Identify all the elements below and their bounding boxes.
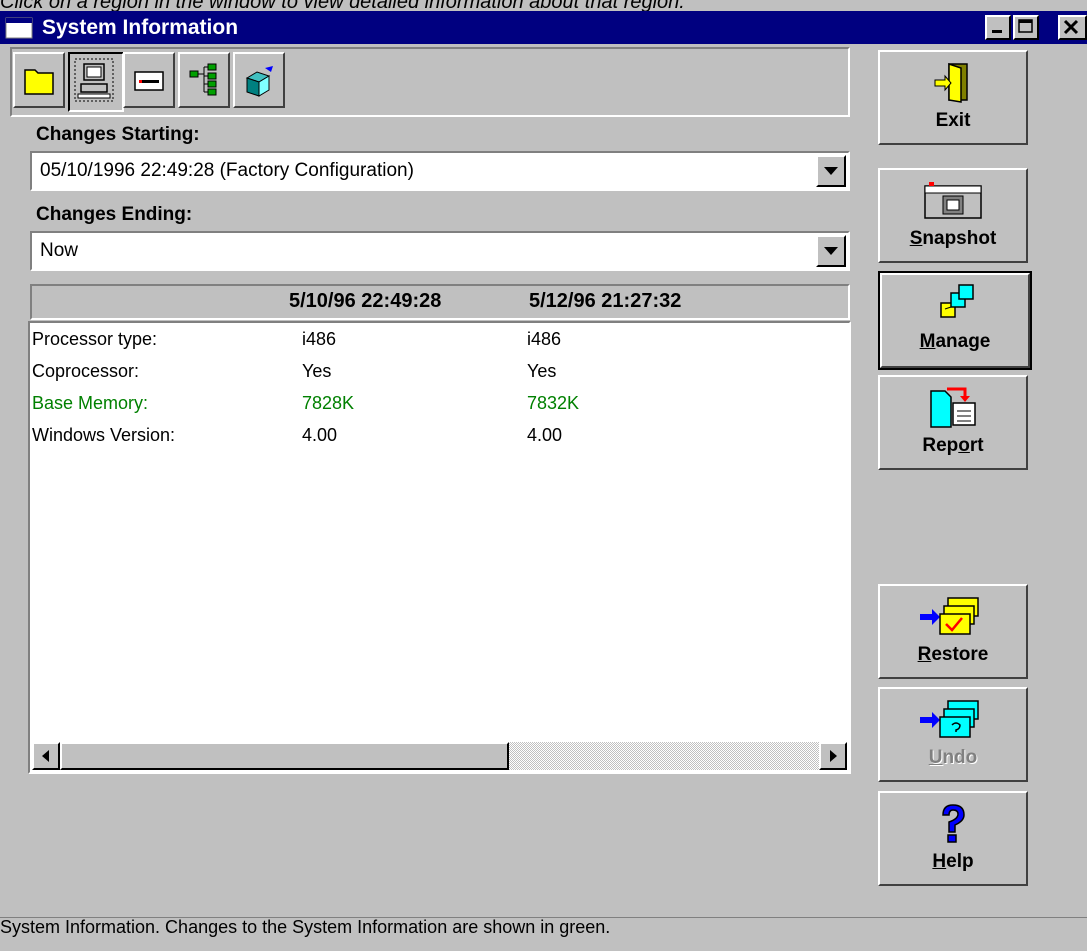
row-label: Base Memory: — [32, 393, 149, 413]
row-label: Windows Version: — [32, 425, 176, 445]
exit-door-icon — [934, 62, 968, 103]
help-button[interactable]: Help — [878, 791, 1028, 886]
hardware-card-icon — [134, 71, 164, 91]
snapshot-label: napshot — [922, 228, 997, 249]
minimize-icon — [992, 30, 1002, 33]
maximize-icon — [1018, 19, 1033, 33]
changes-starting-dropdown[interactable]: 05/10/1996 22:49:28 (Factory Configurati… — [30, 151, 850, 191]
horizontal-scrollbar[interactable] — [32, 742, 847, 770]
manage-label: anage — [935, 331, 991, 352]
changes-starting-value: 05/10/1996 22:49:28 (Factory Configurati… — [40, 160, 414, 181]
row-label: Coprocessor: — [32, 361, 140, 381]
exit-label: Exit — [935, 110, 971, 131]
undo-mnemonic: U — [928, 747, 943, 768]
list-item[interactable]: Base Memory: 7828K 7832K — [30, 387, 849, 417]
row-first-value: Yes — [302, 361, 332, 381]
restore-mnemonic: R — [917, 644, 932, 665]
comparison-list[interactable]: Processor type: i486 i486 Coprocessor: Y… — [28, 321, 851, 774]
toolbar-hardware-button[interactable] — [123, 52, 175, 108]
snapshot-button[interactable]: Snapshot — [878, 168, 1028, 263]
scroll-left-button[interactable] — [32, 742, 60, 770]
row-first-value: i486 — [302, 329, 337, 349]
toolbar-folder-button[interactable] — [13, 52, 65, 108]
row-second-value: Yes — [527, 361, 557, 381]
row-second-value: 7832K — [527, 393, 580, 413]
undo-label: ndo — [942, 747, 978, 768]
changes-ending-label: Changes Ending: — [36, 204, 193, 225]
minimize-button[interactable] — [985, 15, 1011, 40]
maximize-button[interactable] — [1013, 15, 1039, 40]
folder-icon — [24, 69, 54, 95]
toolbar-3d-button[interactable] — [233, 52, 285, 108]
close-icon — [1063, 19, 1079, 35]
column-header: 5/10/96 22:49:28 5/12/96 21:27:32 — [30, 284, 850, 320]
window-icon[interactable] — [5, 17, 33, 39]
close-button[interactable] — [1058, 15, 1087, 40]
changes-starting-dropdown-button[interactable] — [816, 155, 846, 187]
row-second-value: 4.00 — [527, 425, 563, 445]
changes-ending-value: Now — [40, 240, 79, 261]
restore-button[interactable]: Restore — [878, 584, 1028, 679]
chevron-down-icon — [824, 167, 838, 175]
undo-icon — [920, 700, 979, 738]
column-header-second-date: 5/12/96 21:27:32 — [529, 290, 682, 312]
report-label-start: Rep — [922, 435, 959, 456]
help-question-icon — [942, 804, 965, 843]
list-item[interactable]: Coprocessor: Yes Yes — [30, 355, 849, 385]
changes-ending-dropdown[interactable]: Now — [30, 231, 850, 271]
column-header-first-date: 5/10/96 22:49:28 — [289, 290, 442, 312]
window-title: System Information — [42, 16, 239, 39]
row-first-value: 4.00 — [302, 425, 338, 445]
exit-button[interactable]: Exit — [878, 50, 1028, 145]
restore-label: estore — [931, 644, 989, 665]
restore-icon — [920, 597, 979, 635]
list-item[interactable]: Processor type: i486 i486 — [30, 323, 849, 353]
undo-button[interactable]: Undo — [878, 687, 1028, 782]
help-label: elp — [946, 851, 974, 872]
manage-icon — [940, 284, 974, 318]
tree-icon — [189, 63, 217, 96]
row-second-value: i486 — [527, 329, 562, 349]
changes-starting-label: Changes Starting: — [36, 124, 200, 145]
camera-icon — [924, 182, 982, 219]
row-label: Processor type: — [32, 329, 158, 349]
row-first-value: 7828K — [302, 393, 355, 413]
scroll-right-button[interactable] — [819, 742, 847, 770]
status-text: System Information. Changes to the Syste… — [0, 917, 611, 937]
toolbar-tree-button[interactable] — [178, 52, 230, 108]
chevron-down-icon — [824, 247, 838, 255]
computer-icon — [74, 58, 114, 102]
report-icon — [930, 387, 976, 428]
scroll-track[interactable] — [509, 742, 819, 770]
arrow-right-icon — [830, 750, 837, 762]
arrow-left-icon — [42, 750, 49, 762]
manage-button[interactable]: Manage — [878, 271, 1032, 370]
toolbar-computer-button[interactable] — [68, 52, 124, 112]
report-label: rt — [969, 435, 984, 456]
status-bar: System Information. Changes to the Syste… — [0, 917, 1087, 951]
manage-mnemonic: M — [919, 331, 936, 352]
snapshot-mnemonic: S — [909, 228, 923, 249]
report-button[interactable]: Report — [878, 375, 1028, 470]
3d-cube-icon — [245, 66, 273, 97]
scroll-thumb[interactable] — [60, 742, 509, 770]
changes-ending-dropdown-button[interactable] — [816, 235, 846, 267]
help-mnemonic: H — [932, 851, 947, 872]
title-bar[interactable]: System Information — [0, 11, 1087, 44]
list-item[interactable]: Windows Version: 4.00 4.00 — [30, 419, 849, 449]
